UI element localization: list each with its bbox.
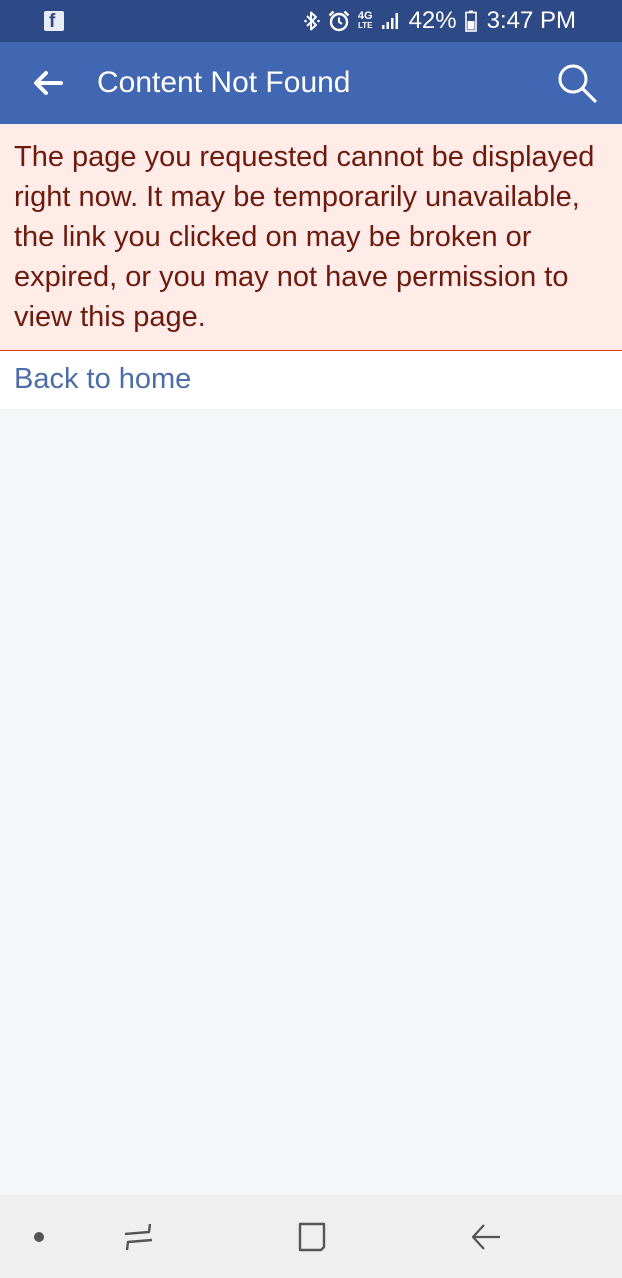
page-title: Content Not Found (97, 66, 351, 99)
home-icon (298, 1222, 326, 1251)
error-message: The page you requested cannot be display… (14, 141, 595, 333)
facebook-icon: f (44, 11, 64, 32)
arrow-left-icon (34, 71, 63, 95)
dot-icon (34, 1231, 44, 1242)
network-type-bottom: LTE (357, 21, 373, 30)
status-time: 3:47 PM (486, 7, 576, 34)
error-message-box: The page you requested cannot be display… (0, 124, 622, 351)
app-bar: Content Not Found (0, 42, 622, 124)
back-to-home-link[interactable]: Back to home (14, 351, 191, 407)
recent-apps-button[interactable] (108, 1195, 168, 1278)
system-back-button[interactable] (455, 1195, 517, 1278)
nav-dot-button[interactable] (16, 1195, 62, 1278)
search-icon (558, 64, 597, 103)
back-button[interactable] (26, 63, 70, 103)
network-type: 4G LTE (358, 11, 373, 31)
status-bar: f 4G LTE 42% 3:47 PM (0, 0, 622, 42)
alarm-icon (328, 10, 350, 32)
back-icon (471, 1223, 500, 1250)
battery-icon (464, 10, 477, 32)
signal-icon (381, 13, 398, 29)
navigation-bar (0, 1195, 622, 1278)
status-indicators: 4G LTE 42% 3:47 PM (304, 0, 576, 42)
recent-apps-icon (124, 1223, 153, 1250)
back-to-home-row: Back to home (0, 351, 622, 409)
network-type-top: 4G (357, 10, 373, 22)
bluetooth-icon (304, 11, 320, 31)
search-button[interactable] (554, 60, 600, 106)
home-button[interactable] (281, 1195, 343, 1278)
battery-percent: 42% (408, 7, 457, 34)
